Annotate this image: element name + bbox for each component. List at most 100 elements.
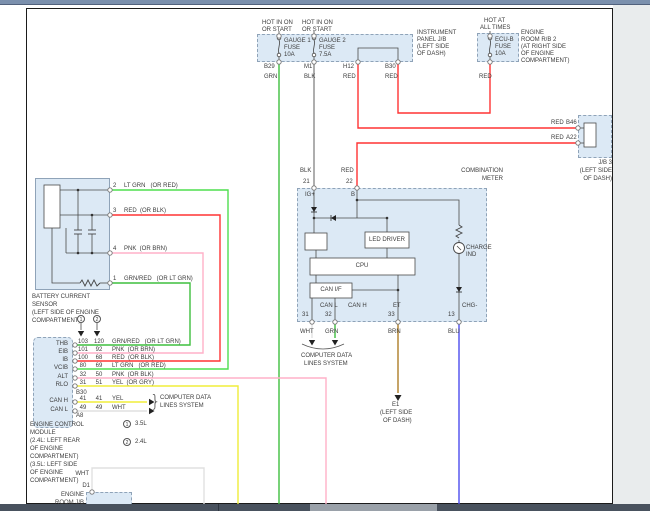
meter-resistor <box>454 224 464 239</box>
sensor-element <box>43 184 61 229</box>
ecm-row-eib: EIB <box>58 349 68 355</box>
ecm-name-5: COMPARTMENT) <box>30 454 79 460</box>
jb3-name-1: J/B 3 <box>598 160 612 166</box>
ecm-eib-p2: 92 <box>95 347 103 353</box>
pin-32: 32 <box>325 312 332 318</box>
gauge1-name: GAUGE 1 <box>284 38 311 44</box>
connector-pin <box>354 185 360 191</box>
connector-pin <box>395 59 401 65</box>
wire-red-h12-b46 <box>357 62 576 129</box>
arrow-down-icon <box>77 331 85 337</box>
color-a22: RED <box>551 135 564 141</box>
gauge1-fuse: FUSE <box>284 45 301 51</box>
ecm-name-8: COMPARTMENT) <box>30 478 79 484</box>
label-et: ET <box>393 303 401 309</box>
pin-b46: B46 <box>566 120 577 126</box>
pin-d1: D1 <box>82 483 90 489</box>
note-35l-marker: 1 <box>123 420 131 428</box>
jb-internal-bus <box>357 47 399 62</box>
errb-name-1: ENGINE <box>521 30 545 36</box>
cpu-label: CPU <box>355 263 369 269</box>
connector-pin <box>72 342 78 348</box>
errb-name-4: OF ENGINE <box>521 51 555 57</box>
gauge2-fuse-symbol <box>311 52 317 58</box>
ecm-alt-color: PNK (OR BLK) <box>112 372 154 378</box>
color-b46: RED <box>551 120 564 126</box>
connector-pin <box>276 33 282 39</box>
connector-pin <box>72 358 78 364</box>
pin-b29: B29 <box>264 64 275 70</box>
ecm-rlo-p2: 51 <box>95 380 103 386</box>
scrollbar-thumb[interactable] <box>310 504 437 511</box>
ecm-eib-p1: 101 <box>77 347 89 353</box>
pin-22: 22 <box>346 179 353 185</box>
ecm-thb-color: GRN/RED (OR LT GRN) <box>112 339 181 345</box>
window-top-edge <box>0 0 650 5</box>
gauge1-fuse-symbol-element <box>278 39 280 54</box>
meter-cdl-2: LINES SYSTEM <box>304 361 348 367</box>
right-gutter <box>613 5 650 504</box>
sensor-name-3: (LEFT SIDE OF ENGINE <box>32 310 99 316</box>
connector-pin <box>72 366 78 372</box>
label-chg: CHG- <box>462 303 478 309</box>
wire-red-a22-meter <box>356 142 576 186</box>
charge-ind-1: CHARGE <box>466 245 492 251</box>
ecm-conn-a8: A8 <box>76 413 84 419</box>
junction-dot <box>385 216 389 220</box>
hot1-line2: OR START <box>262 27 292 33</box>
hot2-line2: OR START <box>302 27 332 33</box>
ecm-rlo-color: YEL (OR GRY) <box>112 380 155 386</box>
ecm-canl-p2: 49 <box>95 405 103 411</box>
ecm-row-ib: IB <box>62 357 68 363</box>
jb3-name-2: (LEFT SIDE <box>579 168 612 174</box>
color-b29: GRN <box>264 74 278 80</box>
ecm-name-1: ENGINE CONTROL <box>30 422 85 428</box>
pin-13: 13 <box>448 312 455 318</box>
color-pin22: RED <box>341 168 354 174</box>
ecm-row-thb: THB <box>56 341 68 347</box>
connector-pin <box>107 212 113 218</box>
led-driver-label: LED DRIVER <box>368 237 406 243</box>
connector-pin <box>72 399 78 405</box>
connector-pin <box>395 319 401 325</box>
ecub-fuse-symbol-element <box>489 39 491 54</box>
ecm-name-2: MODULE <box>30 430 56 436</box>
gauge1-fuse-symbol <box>276 52 282 58</box>
arrow-down-icon <box>308 340 316 346</box>
meter-lamp-feed <box>357 199 460 225</box>
connector-pin <box>72 383 78 389</box>
ecm-name-3: (2.4L: LEFT REAR <box>30 438 80 444</box>
gauge2-amp: 7.5A <box>319 52 332 58</box>
horizontal-scrollbar[interactable] <box>0 504 650 511</box>
meter-name-1: COMBINATION <box>461 168 503 174</box>
ecm-thb-p1: 103 <box>77 339 89 345</box>
junction-dot <box>355 198 359 202</box>
ecm-row-canl: CAN L <box>50 407 68 413</box>
wire-pnk-eib <box>75 252 204 354</box>
ecm-eib-color: PNK (OR BRN) <box>112 347 156 353</box>
color-b30: RED <box>385 74 398 80</box>
color-pin21: BLK <box>300 168 312 174</box>
pin-h12: H12 <box>343 64 355 70</box>
connector-pin <box>72 350 78 356</box>
connector-pin <box>72 375 78 381</box>
color-pin33: BRN <box>388 329 401 335</box>
errb-name-5: COMPARTMENT) <box>521 58 570 64</box>
label-b: B <box>351 192 356 198</box>
ecm-canh-p1: 41 <box>79 396 87 402</box>
label-canl-meter: CAN L <box>320 303 338 309</box>
gauge2-name: GAUGE 2 <box>319 38 346 44</box>
meter-cdl-1: COMPUTER DATA <box>301 353 353 359</box>
ecub-name: ECU-B <box>495 37 514 43</box>
ecm-name-7: OF ENGINE <box>30 470 64 476</box>
ecm-cdl-brace: } <box>150 392 161 412</box>
color-alternator: WHT <box>75 471 89 477</box>
color-pin32: GRN <box>325 329 339 335</box>
connector-pin <box>311 185 317 191</box>
junction-dot <box>90 213 94 217</box>
connector-pin <box>276 59 282 65</box>
connector-pin <box>311 33 317 39</box>
sensor-wire-1: GRN/RED (OR LT GRN) <box>124 276 193 282</box>
note-24l-marker: 2 <box>123 438 131 446</box>
ecm-canl-color: WHT <box>112 405 126 411</box>
